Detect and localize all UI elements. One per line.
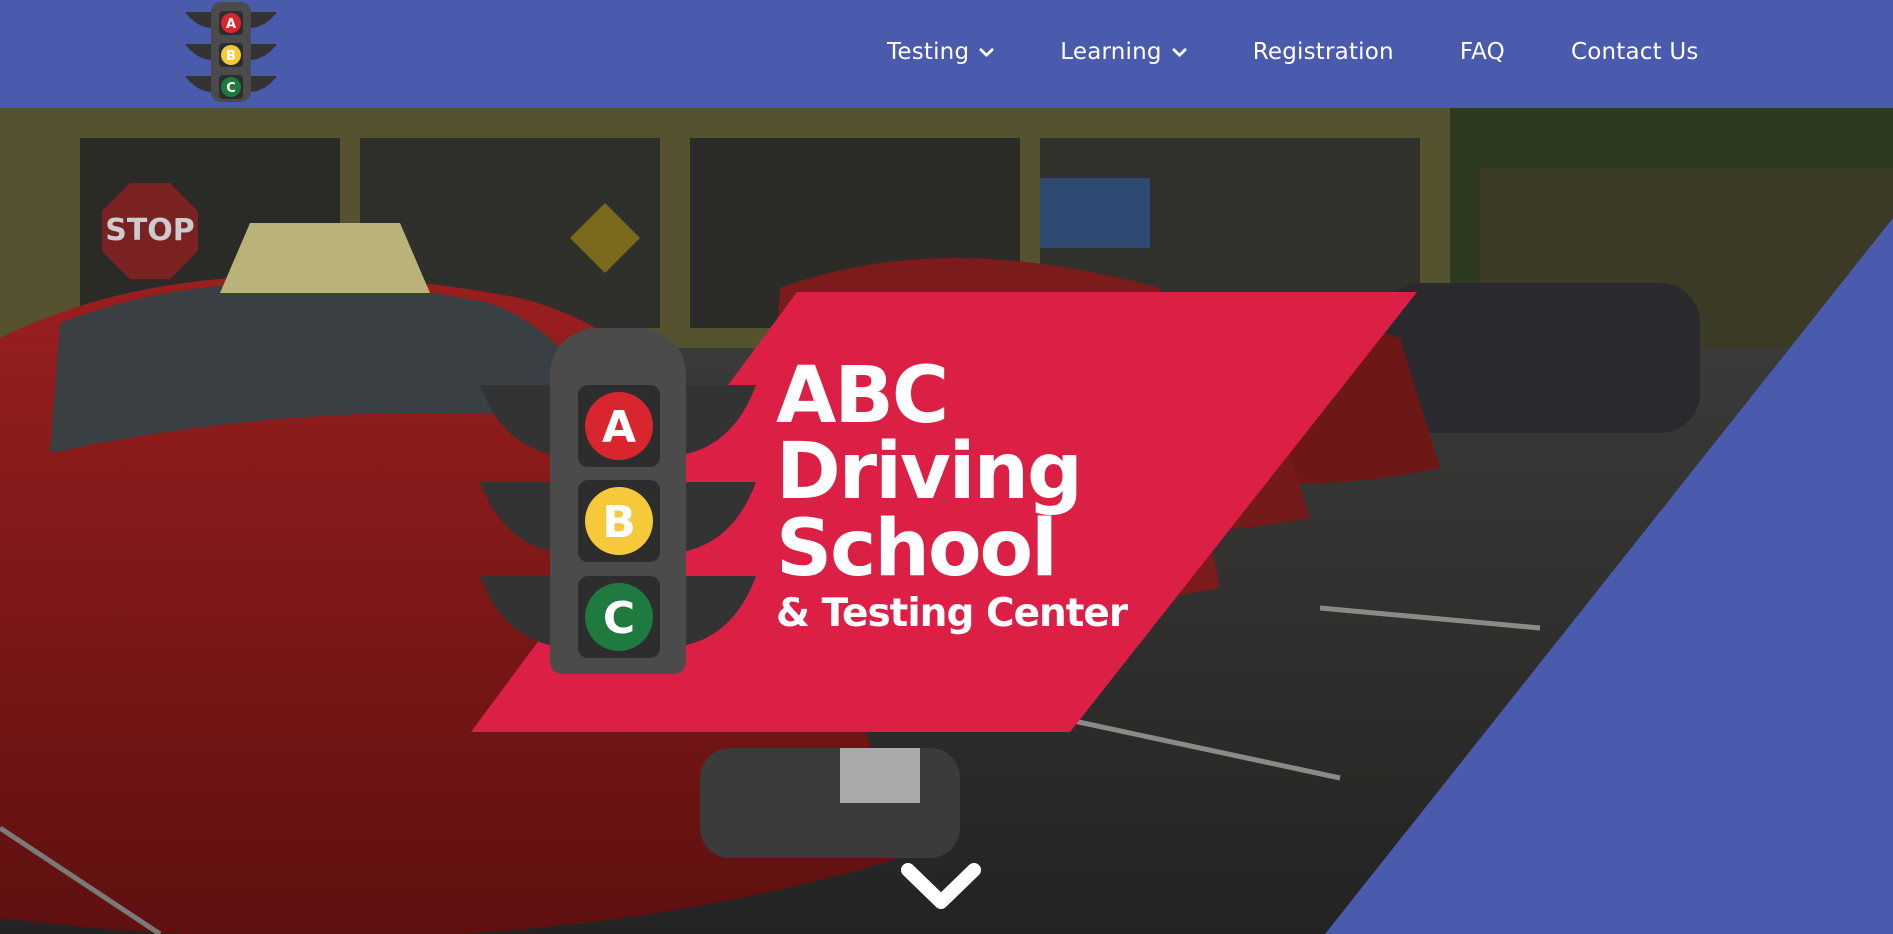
chevron-down-icon xyxy=(1172,47,1187,57)
brand-title: ABC Driving School & Testing Center xyxy=(776,351,1128,637)
nav-learning-label: Learning xyxy=(1060,39,1162,65)
brand-line-abc: ABC xyxy=(776,351,949,441)
traffic-light-logo-icon: A B C xyxy=(185,2,277,102)
nav-faq-label: FAQ xyxy=(1459,39,1505,65)
site-header: A B C Testing Learning Registration FAQ … xyxy=(0,0,1893,108)
logo-light-b-letter: B xyxy=(226,49,236,64)
main-nav: Testing Learning Registration FAQ Contac… xyxy=(887,0,1699,104)
nav-testing[interactable]: Testing xyxy=(887,39,994,65)
logo-light-c-letter: C xyxy=(226,81,236,96)
nav-contact-us-label: Contact Us xyxy=(1570,39,1699,65)
brand-subtitle: & Testing Center xyxy=(776,591,1128,637)
scroll-down-button[interactable] xyxy=(900,860,982,910)
logo-light-a-letter: A xyxy=(226,17,236,32)
hero-section: STOP A B C ABC Driving School & Testing … xyxy=(0,108,1893,934)
nav-testing-label: Testing xyxy=(887,39,970,65)
chevron-down-icon xyxy=(901,863,981,909)
chevron-down-icon xyxy=(979,47,994,57)
banner-light-c-letter: C xyxy=(603,593,635,644)
page: A B C Testing Learning Registration FAQ … xyxy=(0,0,1893,934)
banner-light-a-letter: A xyxy=(602,402,636,453)
nav-registration-label: Registration xyxy=(1252,39,1394,65)
brand-line-school: School xyxy=(776,503,1058,594)
banner-light-b-letter: B xyxy=(602,497,636,548)
brand-line-driving: Driving xyxy=(776,427,1083,518)
nav-registration[interactable]: Registration xyxy=(1253,39,1394,65)
nav-contact-us[interactable]: Contact Us xyxy=(1571,39,1699,65)
nav-learning[interactable]: Learning xyxy=(1060,39,1187,65)
site-logo[interactable]: A B C xyxy=(183,0,279,104)
nav-faq[interactable]: FAQ xyxy=(1460,39,1505,65)
